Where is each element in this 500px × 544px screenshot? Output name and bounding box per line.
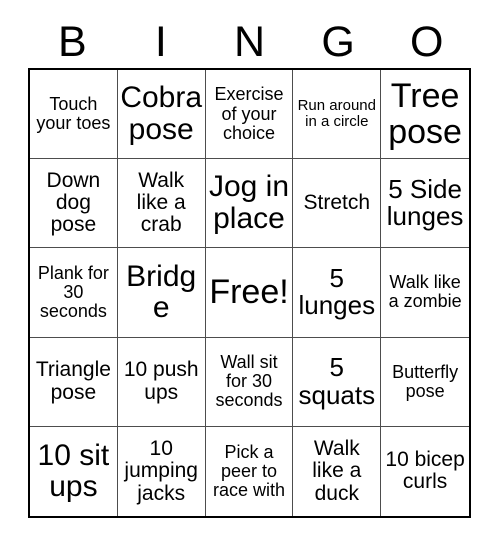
bingo-cell-label: Touch your toes: [36, 94, 111, 134]
bingo-cell-r5c1[interactable]: 10 sit ups: [30, 426, 118, 516]
bingo-header-letter-o: O: [409, 17, 444, 66]
bingo-cell-r1c1[interactable]: Touch your toes: [30, 70, 118, 160]
bingo-header-letter-n: N: [233, 17, 266, 66]
bingo-cell-r1c4[interactable]: Run around in a circle: [293, 70, 382, 160]
bingo-cell-label: 10 push ups: [123, 358, 199, 404]
bingo-cell-r4c4[interactable]: 5 squats: [293, 337, 382, 427]
bingo-cell-r2c3[interactable]: Jog in place: [205, 159, 294, 249]
bingo-cell-label: Jog in place: [208, 170, 290, 236]
bingo-cell-label: Down dog pose: [46, 168, 101, 237]
bingo-cell-label: Walk like a duck: [312, 437, 362, 505]
bingo-cell-label: Walk like a crab: [136, 168, 186, 237]
bingo-cell-label: 5 squats: [298, 352, 376, 410]
bingo-cell-label: 10 bicep curls: [385, 448, 465, 494]
bingo-cell-r5c4[interactable]: Walk like a duck: [293, 426, 382, 516]
bingo-cell-label: Wall sit for 30 seconds: [215, 352, 283, 411]
bingo-grid: Touch your toes Cobra pose Exercise of you…: [28, 68, 471, 518]
bingo-cell-r2c5[interactable]: 5 Side lunges: [381, 159, 469, 249]
bingo-cell-r5c2[interactable]: 10 jumping jacks: [117, 426, 206, 516]
bingo-cell-label: Walk like a zombie: [388, 272, 462, 312]
bingo-cell-label: Tree pose: [388, 77, 462, 152]
bingo-cell-r2c2[interactable]: Walk like a crab: [117, 159, 206, 249]
bingo-header-letter-g: G: [321, 17, 355, 66]
bingo-cell-label: Cobra pose: [120, 81, 203, 147]
bingo-cell-label: Pick a peer to race with: [212, 441, 285, 500]
bingo-cell-r1c2[interactable]: Cobra pose: [117, 70, 206, 160]
bingo-cell-label: Triangle pose: [35, 358, 111, 404]
bingo-cell-label: 5 lunges: [298, 262, 376, 321]
bingo-cell-r1c3[interactable]: Exercise of your choice: [205, 70, 294, 160]
bingo-cell-label: 10 sit ups: [37, 438, 110, 504]
bingo-cell-label: 5 Side lunges: [386, 173, 464, 232]
bingo-header: BINGO: [28, 16, 471, 68]
bingo-cell-r3c1[interactable]: Plank for 30 seconds: [30, 248, 118, 338]
bingo-cell-label: Plank for 30 seconds: [37, 262, 109, 322]
bingo-cell-r4c5[interactable]: Butterfly pose: [381, 337, 469, 427]
bingo-free-space[interactable]: Free!: [205, 248, 294, 338]
bingo-header-letter-b: B: [57, 17, 87, 66]
bingo-cell-r4c2[interactable]: 10 push ups: [117, 337, 206, 427]
bingo-cell-r1c5[interactable]: Tree pose: [381, 70, 469, 160]
bingo-cell-r3c5[interactable]: Walk like a zombie: [381, 248, 469, 338]
bingo-cell-label: Stretch: [303, 191, 371, 215]
bingo-header-letter-i: I: [154, 17, 167, 66]
bingo-cell-r4c1[interactable]: Triangle pose: [30, 337, 118, 427]
bingo-cell-label: 10 jumping jacks: [124, 437, 198, 505]
bingo-cell-r5c3[interactable]: Pick a peer to race with: [205, 426, 294, 516]
bingo-cell-r2c1[interactable]: Down dog pose: [30, 159, 118, 249]
bingo-cell-label: Bridge: [126, 259, 197, 325]
bingo-card: B I N G O Touch your toes Cobra pose Exercise …: [0, 0, 500, 544]
bingo-cell-r5c5[interactable]: 10 bicep curls: [381, 426, 469, 516]
bingo-cell-r3c4[interactable]: 5 lunges: [293, 248, 382, 338]
bingo-cell-r2c4[interactable]: Stretch: [293, 159, 382, 249]
bingo-cell-label: Run around in a circle: [297, 97, 376, 131]
bingo-cell-label: Free!: [209, 273, 289, 312]
bingo-cell-r4c3[interactable]: Wall sit for 30 seconds: [205, 337, 294, 427]
bingo-cell-label: Exercise of your choice: [214, 84, 284, 143]
bingo-cell-r3c2[interactable]: Bridge: [117, 248, 206, 338]
bingo-cell-label: Butterfly pose: [392, 361, 459, 401]
